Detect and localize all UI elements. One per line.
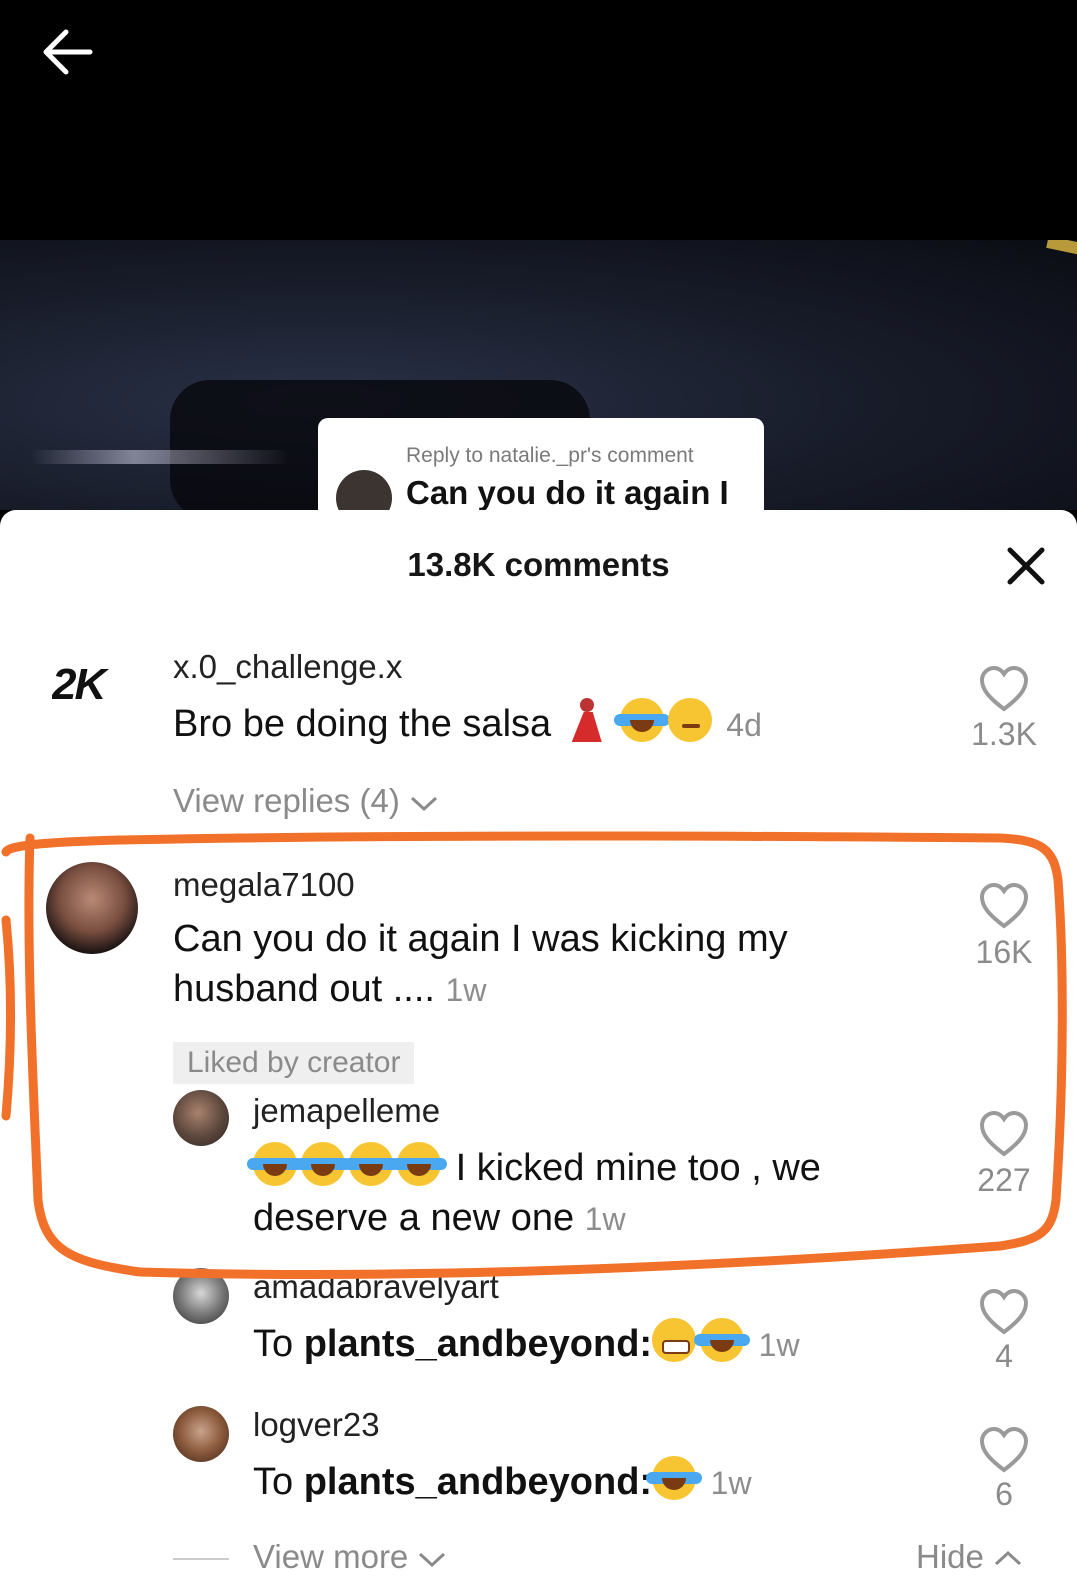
reply-text: To plants_andbeyond: 1w [253,1456,752,1508]
avatar[interactable] [173,1406,229,1462]
heart-icon[interactable] [978,882,1030,930]
reply-body-line1: I kicked mine too , we [455,1147,821,1189]
avatar-2k-logo: 2K [52,660,106,709]
reply-text: I kicked mine too , we deserve a new one… [247,1142,913,1244]
comment-time: 4d [726,707,762,743]
avatar[interactable] [46,862,138,954]
grimacing-emoji-icon [652,1318,697,1362]
reply-body-line2: deserve a new one [253,1197,575,1239]
like-count: 1.3K [971,716,1037,752]
reply-prefix: To [253,1323,304,1365]
like-count: 6 [995,1476,1013,1512]
hide-label: Hide [916,1538,984,1575]
heart-icon[interactable] [978,1426,1030,1474]
laughing-emoji-icon [391,1142,447,1186]
close-icon[interactable] [1004,544,1048,588]
comment-body-line1: Can you do it again I was kicking my [173,918,788,960]
laughing-emoji-icon [646,1456,703,1500]
reply-username[interactable]: logver23 [253,1406,380,1444]
comment-text: Can you do it again I was kicking my hus… [173,914,913,1015]
liked-by-creator-badge: Liked by creator [173,1042,415,1084]
heart-icon[interactable] [978,1288,1030,1336]
view-replies-label: View replies (4) [173,782,400,819]
back-arrow-icon[interactable] [38,22,98,82]
hide-button[interactable]: Hide [916,1538,1023,1576]
top-bar [0,0,1077,240]
heart-icon[interactable] [978,665,1030,713]
smirk-emoji-icon [667,698,712,742]
reply-mention-link[interactable]: plants_andbeyond [304,1461,640,1503]
comments-sheet: 13.8K comments 2K x.0_challenge.x Bro be… [0,510,1077,1596]
avatar[interactable] [173,1268,229,1324]
reply-username[interactable]: amadabravelyart [253,1268,499,1306]
reply-time: 1w [758,1327,800,1363]
comment-body-line2: husband out .... [173,968,435,1010]
like-count: 16K [975,934,1033,970]
avatar[interactable] [173,1090,229,1146]
reply-sticker-label: Reply to natalie._pr's comment [406,444,694,467]
view-more-label: View more [253,1538,409,1575]
view-replies-button[interactable]: View replies (4) [173,782,439,820]
dancer-emoji-icon [570,698,604,744]
reply-username[interactable]: jemapelleme [253,1092,440,1130]
chevron-down-icon [410,797,437,812]
like-count: 227 [977,1162,1031,1198]
view-more-button[interactable]: View more [253,1538,447,1576]
chevron-down-icon [419,1553,446,1568]
laughing-emoji-icon [613,698,670,742]
video-light-streak [30,450,290,464]
comment-text: Bro be doing the salsa 4d [173,698,762,750]
laughing-emoji-icon [295,1142,351,1186]
reply-time: 1w [710,1465,752,1501]
avatar[interactable]: 2K [52,660,132,720]
laughing-emoji-icon [343,1142,399,1186]
reply-sticker-text: Can you do it again I [406,474,729,511]
comments-count-title: 13.8K comments [407,546,670,583]
reply-time: 1w [584,1201,626,1237]
chevron-up-icon [995,1551,1022,1566]
video-edge-light [1046,240,1077,257]
laughing-emoji-icon [694,1318,751,1362]
comment-body: Bro be doing the salsa [173,703,552,745]
comment-time: 1w [445,972,487,1008]
laughing-emoji-icon [247,1142,303,1186]
reply-text: To plants_andbeyond: 1w [253,1318,800,1370]
comment-username[interactable]: x.0_challenge.x [173,648,402,686]
heart-icon[interactable] [978,1110,1030,1158]
comment-username[interactable]: megala7100 [173,866,355,904]
reply-mention-link[interactable]: plants_andbeyond [304,1323,640,1365]
divider-line [173,1558,229,1560]
like-count: 4 [995,1338,1013,1374]
reply-prefix: To [253,1461,304,1503]
